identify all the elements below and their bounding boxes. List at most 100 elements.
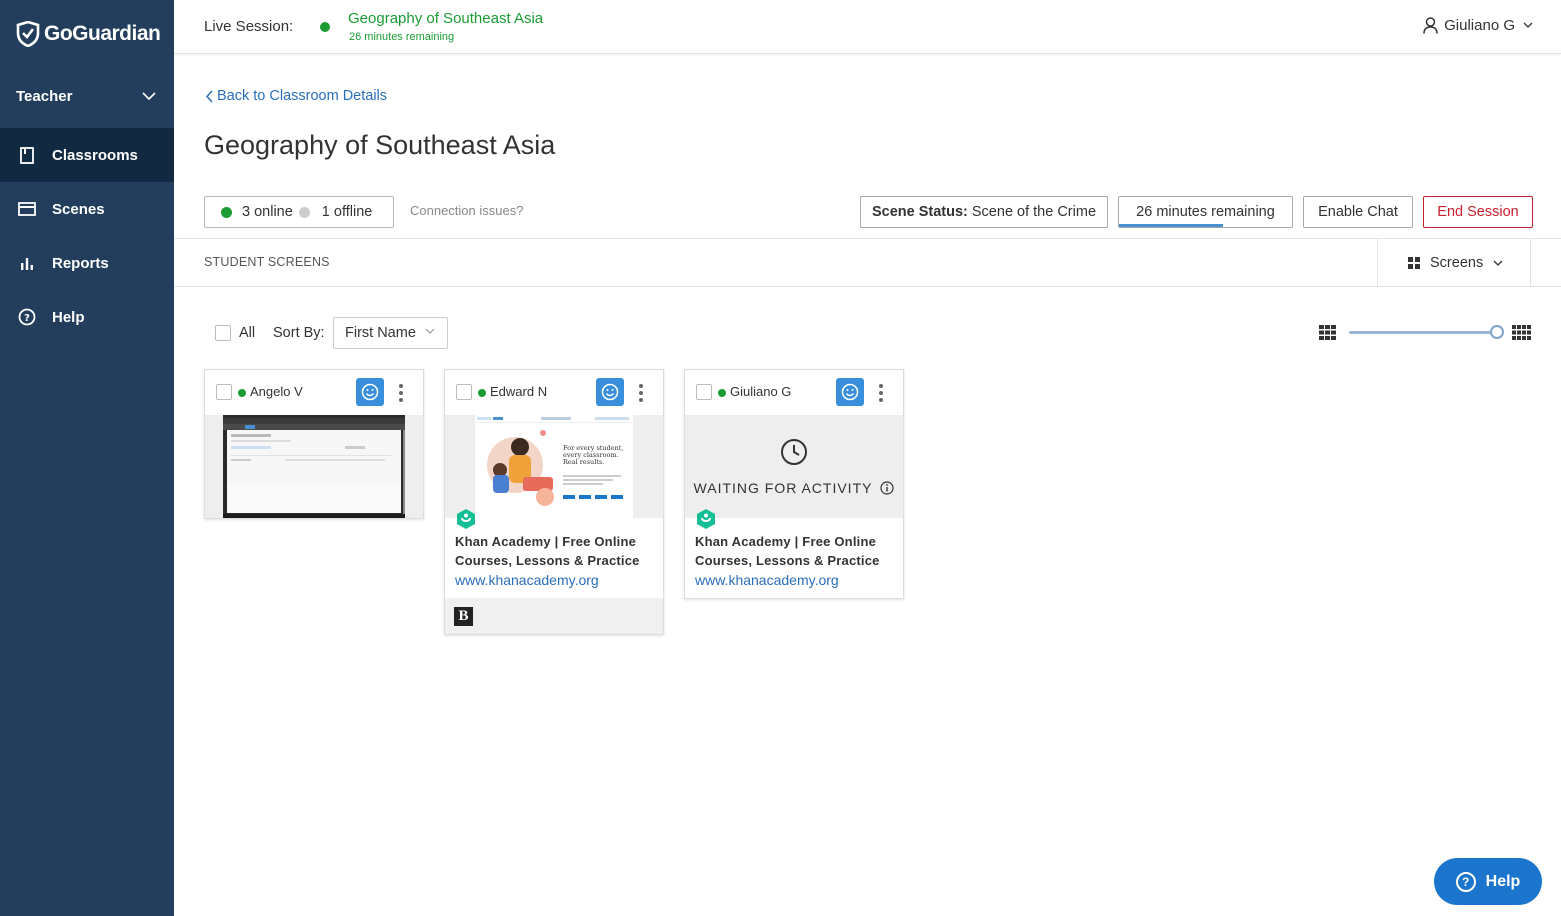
session-timer-button[interactable]: 26 minutes remaining <box>1118 196 1293 228</box>
live-status-dot <box>320 22 330 32</box>
bar-chart-icon <box>18 254 36 272</box>
chevron-down-icon <box>1523 22 1533 28</box>
role-label: Teacher <box>16 87 73 105</box>
khan-academy-icon <box>697 509 715 529</box>
online-dot <box>238 389 246 397</box>
waiting-state: WAITING FOR ACTIVITY <box>685 415 903 518</box>
site-url-link[interactable]: www.khanacademy.org <box>455 570 653 598</box>
student-name: Edward N <box>490 384 548 399</box>
page-title: Geography of Southeast Asia <box>204 130 556 160</box>
live-session-title[interactable]: Geography of Southeast Asia <box>348 10 543 27</box>
timer-progress-bar <box>1119 224 1223 227</box>
site-info: Khan Academy | Free Online Courses, Less… <box>445 509 663 598</box>
timer-label: 26 minutes remaining <box>1136 204 1275 220</box>
smiley-icon[interactable] <box>596 378 624 406</box>
sidebar-item-label: Help <box>52 308 85 326</box>
sort-by-label: Sort By: <box>273 325 325 341</box>
user-menu[interactable]: Giuliano G <box>1423 17 1533 34</box>
chevron-down-icon <box>142 91 156 100</box>
site-info: Khan Academy | Free Online Courses, Less… <box>685 509 903 598</box>
role-selector[interactable]: Teacher <box>0 68 174 124</box>
sidebar-item-scenes[interactable]: Scenes <box>0 182 174 236</box>
large-grid-icon[interactable] <box>1512 325 1531 340</box>
scene-status-label: Scene Status: <box>871 204 968 220</box>
screen-thumbnail[interactable]: For every student, every classroom. Real… <box>445 415 663 518</box>
site-url-link[interactable]: www.khanacademy.org <box>695 570 893 598</box>
student-checkbox[interactable] <box>456 384 472 400</box>
screen-thumbnail: WAITING FOR ACTIVITY <box>685 415 903 518</box>
online-dot <box>221 206 232 218</box>
thumb-headline-3: Real results. <box>563 458 604 466</box>
online-count: 3 online <box>242 204 293 220</box>
student-checkbox[interactable] <box>216 384 232 400</box>
student-checkbox[interactable] <box>696 384 712 400</box>
more-options-icon[interactable] <box>635 382 647 404</box>
end-session-button[interactable]: End Session <box>1423 196 1533 228</box>
more-options-icon[interactable] <box>395 382 407 404</box>
student-screens-bar: STUDENT SCREENS Screens <box>174 238 1561 287</box>
scene-status-button[interactable]: Scene Status: Scene of the Crime <box>860 196 1108 228</box>
chevron-down-icon <box>1493 260 1503 266</box>
online-status-pill[interactable]: 3 online 1 offline <box>204 196 394 228</box>
student-card-edward[interactable]: Edward N For every student, every classr… <box>444 369 664 635</box>
window-icon <box>18 200 36 218</box>
student-card-header: Angelo V <box>205 370 423 415</box>
info-icon[interactable] <box>880 480 895 495</box>
grid-icon <box>1408 257 1420 269</box>
offline-count: 1 offline <box>321 204 373 220</box>
screen-thumbnail[interactable] <box>205 415 423 518</box>
offline-dot <box>298 206 310 218</box>
section-label: STUDENT SCREENS <box>204 255 330 269</box>
sidebar-item-help[interactable]: ? Help <box>0 290 174 344</box>
small-grid-icon[interactable] <box>1319 325 1336 340</box>
sort-by-select[interactable]: First Name <box>333 317 448 349</box>
question-circle-icon: ? <box>18 308 36 326</box>
khan-academy-icon <box>457 509 475 529</box>
help-widget-button[interactable]: ? Help <box>1434 858 1542 905</box>
back-to-classroom-link[interactable]: Back to Classroom Details <box>205 88 387 104</box>
online-dot <box>478 389 486 397</box>
back-link-label: Back to Classroom Details <box>217 88 388 104</box>
view-mode-label: Screens <box>1430 255 1484 271</box>
connection-issues-link[interactable]: Connection issues? <box>410 203 523 218</box>
enable-chat-button[interactable]: Enable Chat <box>1303 196 1413 228</box>
sidebar-item-label: Reports <box>52 254 109 272</box>
chevron-down-icon <box>425 328 435 334</box>
smiley-icon[interactable] <box>356 378 384 406</box>
student-card-header: Giuliano G <box>685 370 903 415</box>
sidebar-item-label: Classrooms <box>52 146 138 164</box>
open-tabs-bar: B <box>445 598 663 634</box>
student-card-angelo[interactable]: Angelo V <box>204 369 424 519</box>
sidebar: GoGuardian Teacher Classrooms Scenes Rep… <box>0 0 174 916</box>
smiley-icon[interactable] <box>836 378 864 406</box>
live-session-label: Live Session: <box>204 18 294 35</box>
view-mode-dropdown[interactable]: Screens <box>1377 239 1531 287</box>
waiting-text: WAITING FOR ACTIVITY <box>693 479 873 496</box>
sort-by-value: First Name <box>345 325 416 341</box>
student-name: Giuliano G <box>730 384 792 399</box>
top-header: Live Session: Geography of Southeast Asi… <box>174 0 1561 54</box>
student-name: Angelo V <box>250 384 303 399</box>
sidebar-item-label: Scenes <box>52 200 105 218</box>
site-title: Khan Academy | Free Online Courses, Less… <box>455 534 640 568</box>
sidebar-item-reports[interactable]: Reports <box>0 236 174 290</box>
brand-logo[interactable]: GoGuardian <box>0 0 174 68</box>
select-all-label: All <box>239 325 256 341</box>
brand-name: GoGuardian <box>44 22 161 45</box>
book-icon <box>18 146 36 164</box>
user-icon <box>1423 17 1438 34</box>
clock-icon <box>781 438 807 465</box>
sidebar-item-classrooms[interactable]: Classrooms <box>0 128 174 182</box>
student-card-header: Edward N <box>445 370 663 415</box>
more-options-icon[interactable] <box>875 382 887 404</box>
zoom-slider-handle[interactable] <box>1490 325 1504 339</box>
question-circle-icon: ? <box>1455 871 1476 892</box>
zoom-slider[interactable] <box>1349 331 1497 334</box>
b-site-icon[interactable]: B <box>454 607 473 626</box>
live-session-remaining: 26 minutes remaining <box>349 31 455 43</box>
svg-text:?: ? <box>24 313 30 324</box>
shield-logo-icon <box>16 21 40 47</box>
select-all-checkbox[interactable] <box>215 325 231 341</box>
student-card-giuliano[interactable]: Giuliano G WAITING FOR ACTIVITY Khan Aca… <box>684 369 904 599</box>
user-name: Giuliano G <box>1444 17 1515 34</box>
